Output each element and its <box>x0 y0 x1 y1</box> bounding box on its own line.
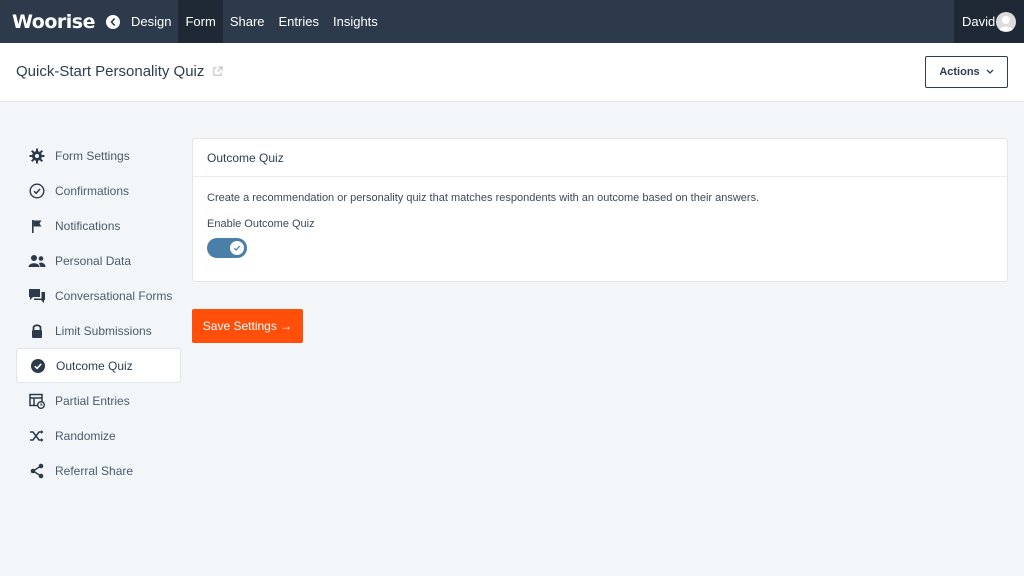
sidebar-item-label: Confirmations <box>55 183 130 198</box>
sidebar-item-conversational-forms[interactable]: Conversational Forms <box>16 278 181 313</box>
sidebar-item-label: Conversational Forms <box>55 288 173 303</box>
user-name: David <box>962 14 996 29</box>
actions-button[interactable]: Actions <box>925 56 1008 88</box>
card-description: Create a recommendation or personality q… <box>207 192 760 204</box>
toggle-knob <box>230 241 244 255</box>
shuffle-icon <box>28 427 46 445</box>
chevron-down-icon <box>986 69 994 74</box>
sidebar-item-form-settings[interactable]: Form Settings <box>16 138 181 173</box>
nav-form[interactable]: Form <box>178 0 223 43</box>
nav-insights[interactable]: Insights <box>326 0 385 43</box>
sidebar-item-label: Partial Entries <box>55 393 130 408</box>
flag-icon <box>28 217 46 235</box>
check-icon <box>233 245 241 251</box>
chat-icon <box>28 287 46 305</box>
nav-share[interactable]: Share <box>223 0 272 43</box>
outcome-quiz-card: Outcome Quiz Create a recommendation or … <box>192 138 1008 282</box>
page-title: Quick-Start Personality Quiz <box>16 63 224 80</box>
enable-outcome-quiz-toggle[interactable] <box>207 238 247 258</box>
card-body: Create a recommendation or personality q… <box>193 177 1007 273</box>
form-title: Quick-Start Personality Quiz <box>16 63 205 80</box>
lock-icon <box>28 322 46 340</box>
sidebar-item-personal-data[interactable]: Personal Data <box>16 243 181 278</box>
share-icon <box>28 462 46 480</box>
sidebar-item-label: Referral Share <box>55 463 134 478</box>
sidebar-item-partial-entries[interactable]: Partial Entries <box>16 383 181 418</box>
sidebar-item-confirmations[interactable]: Confirmations <box>16 173 181 208</box>
table-icon <box>28 392 46 410</box>
top-navbar: Woorise Design Form Share Entries Insigh… <box>0 0 1024 43</box>
check-circle-icon <box>28 182 46 200</box>
chevron-left-icon <box>110 17 115 26</box>
actions-label: Actions <box>939 66 980 78</box>
app-logo[interactable]: Woorise <box>12 11 100 33</box>
sidebar-item-label: Randomize <box>55 428 116 443</box>
sidebar-item-label: Outcome Quiz <box>56 358 133 373</box>
sidebar-item-label: Personal Data <box>55 253 132 268</box>
sidebar-item-label: Form Settings <box>55 148 130 163</box>
gear-icon <box>28 147 46 165</box>
check-filled-icon <box>29 357 47 375</box>
sidebar-item-notifications[interactable]: Notifications <box>16 208 181 243</box>
nav-design[interactable]: Design <box>124 0 178 43</box>
card-title: Outcome Quiz <box>193 139 1007 177</box>
back-button[interactable] <box>106 14 120 29</box>
avatar <box>996 11 1016 32</box>
sidebar-item-label: Limit Submissions <box>55 323 152 338</box>
enable-outcome-quiz-label: Enable Outcome Quiz <box>207 218 315 230</box>
user-avatar-icon <box>999 15 1013 31</box>
sidebar-item-outcome-quiz[interactable]: Outcome Quiz <box>16 348 181 383</box>
settings-sidebar: Form Settings Confirmations Notification… <box>16 138 181 488</box>
external-link-icon[interactable] <box>212 66 224 77</box>
sidebar-item-randomize[interactable]: Randomize <box>16 418 181 453</box>
sidebar-item-referral-share[interactable]: Referral Share <box>16 453 181 488</box>
nav-entries[interactable]: Entries <box>272 0 326 43</box>
users-icon <box>28 252 46 270</box>
sidebar-item-label: Notifications <box>55 218 121 233</box>
save-settings-button[interactable]: Save Settings → <box>192 309 303 343</box>
page-header: Quick-Start Personality Quiz Actions <box>0 43 1024 102</box>
sidebar-item-limit-submissions[interactable]: Limit Submissions <box>16 313 181 348</box>
user-menu[interactable]: David <box>954 0 1024 43</box>
